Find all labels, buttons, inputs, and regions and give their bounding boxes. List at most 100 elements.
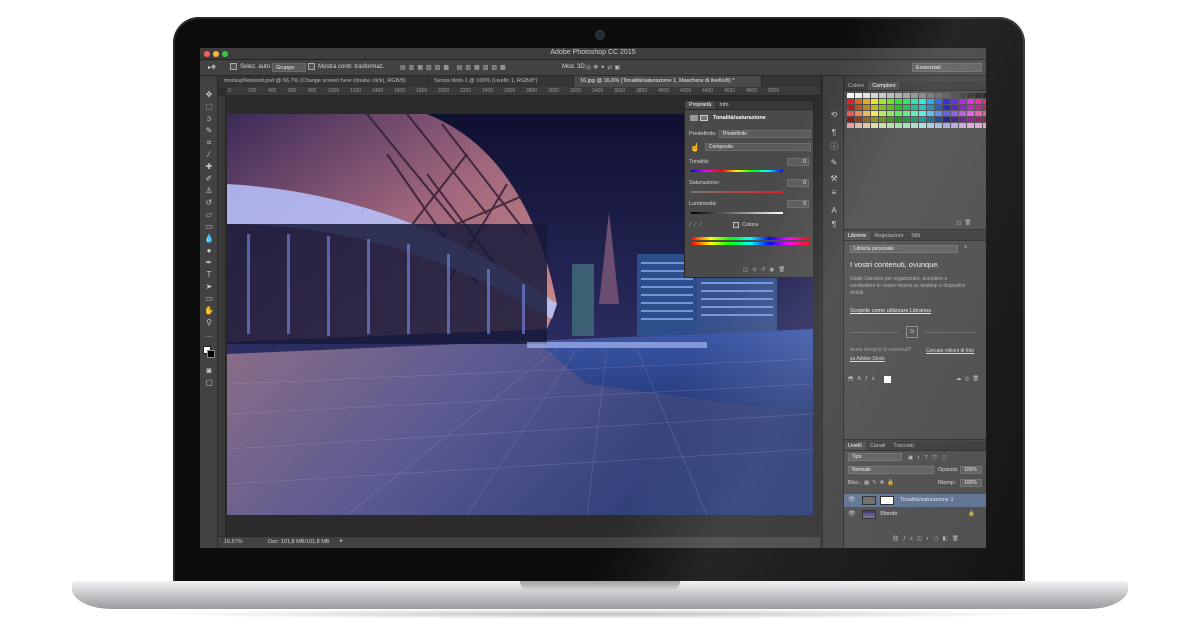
swatch[interactable]	[983, 99, 986, 104]
info-panel-icon[interactable]: ⓘ	[829, 142, 839, 152]
history-brush-icon[interactable]: ↺	[204, 198, 214, 208]
swatch[interactable]	[951, 117, 958, 122]
swatch[interactable]	[959, 111, 966, 116]
swatch[interactable]	[943, 117, 950, 122]
colorize-checkbox[interactable]	[733, 222, 739, 228]
layer-filter-dropdown[interactable]: Tipo	[848, 453, 902, 461]
swatch[interactable]	[943, 111, 950, 116]
swatch[interactable]	[855, 123, 862, 128]
swatch[interactable]	[983, 123, 986, 128]
swatch[interactable]	[855, 93, 862, 98]
swatch[interactable]	[975, 99, 982, 104]
swatch[interactable]	[911, 99, 918, 104]
swatch[interactable]	[935, 123, 942, 128]
swatch[interactable]	[847, 123, 854, 128]
mask-icon[interactable]	[700, 115, 708, 121]
swatch[interactable]	[879, 117, 886, 122]
auto-select-dropdown[interactable]: Gruppo	[272, 63, 306, 72]
move-tool-icon[interactable]: ✥	[204, 90, 214, 100]
swatch[interactable]	[879, 105, 886, 110]
dodge-tool-icon[interactable]: ●	[204, 246, 214, 256]
swatch[interactable]	[911, 105, 918, 110]
swatch[interactable]	[967, 93, 974, 98]
swatch[interactable]	[919, 105, 926, 110]
swatch[interactable]	[903, 99, 910, 104]
zoom-tool-icon[interactable]: ⚲	[204, 318, 214, 328]
eyedropper-icon[interactable]: ⁄	[204, 150, 214, 160]
saturation-value[interactable]: 0	[787, 179, 809, 187]
tab-swatches[interactable]: Campioni	[868, 82, 900, 90]
layer-filter-icons[interactable]: ▣◐TⓉ▢	[908, 453, 951, 461]
swatch[interactable]	[895, 105, 902, 110]
stock-search-link[interactable]: Cercate milioni di foto su Adobe Stock	[850, 347, 976, 363]
eraser-icon[interactable]: ▱	[204, 210, 214, 220]
tab-properties[interactable]: Proprietà	[685, 101, 716, 109]
auto-select-checkbox[interactable]	[230, 63, 237, 70]
type-tool-icon[interactable]: T	[204, 270, 214, 280]
swatch[interactable]	[895, 99, 902, 104]
tab-adjustments[interactable]: Regolazioni	[870, 232, 907, 240]
swatch[interactable]	[847, 111, 854, 116]
marquee-tool-icon[interactable]: ⬚	[204, 102, 214, 112]
swatch[interactable]	[935, 99, 942, 104]
swatch[interactable]	[863, 99, 870, 104]
screen-mode-icon[interactable]: ▢	[204, 378, 214, 388]
swatch[interactable]	[959, 93, 966, 98]
swatch[interactable]	[951, 99, 958, 104]
visibility-icon[interactable]: 👁	[848, 494, 856, 507]
quick-select-icon[interactable]: ✎	[204, 126, 214, 136]
swatch[interactable]	[927, 123, 934, 128]
swatch[interactable]	[967, 105, 974, 110]
saturation-slider[interactable]	[691, 191, 783, 193]
swatch[interactable]	[847, 99, 854, 104]
library-footer-icons[interactable]: ☁◎🗑	[956, 376, 982, 382]
swatch[interactable]	[887, 117, 894, 122]
swatch[interactable]	[903, 111, 910, 116]
swatch[interactable]	[975, 105, 982, 110]
swatch[interactable]	[863, 105, 870, 110]
swatch[interactable]	[879, 123, 886, 128]
swatch[interactable]	[879, 111, 886, 116]
swatch[interactable]	[887, 105, 894, 110]
zoom-level[interactable]: 16,57%	[224, 539, 243, 545]
swatch[interactable]	[927, 111, 934, 116]
swatch[interactable]	[975, 93, 982, 98]
swatch[interactable]	[935, 105, 942, 110]
swatch[interactable]	[967, 123, 974, 128]
clone-stamp-icon[interactable]: ♙	[204, 186, 214, 196]
swatch[interactable]	[887, 93, 894, 98]
more-tools-icon[interactable]: …	[204, 330, 214, 340]
tab-layers[interactable]: Livelli	[844, 442, 866, 450]
swatch[interactable]	[903, 123, 910, 128]
swatch[interactable]	[903, 93, 910, 98]
swatch[interactable]	[975, 117, 982, 122]
hue-value[interactable]: 0	[787, 158, 809, 166]
workspace-dropdown[interactable]: Essenziali	[912, 63, 982, 72]
libraries-help-link[interactable]: Scoprite come utilizzare Libraries	[850, 308, 931, 314]
swatch[interactable]	[911, 117, 918, 122]
swatch[interactable]	[863, 117, 870, 122]
swatch[interactable]	[871, 111, 878, 116]
swatch[interactable]	[911, 93, 918, 98]
swatch[interactable]	[847, 105, 854, 110]
tab-mockup[interactable]: mockupNetword.psd @ 66,7% (Change screen…	[218, 76, 428, 87]
shape-tool-icon[interactable]: ▭	[204, 294, 214, 304]
tool-presets-icon[interactable]: ⚒	[829, 174, 839, 184]
swatch[interactable]	[959, 117, 966, 122]
swatch[interactable]	[943, 123, 950, 128]
swatch[interactable]	[967, 117, 974, 122]
hand-tool-icon[interactable]: ✋	[204, 306, 214, 316]
swatch[interactable]	[935, 117, 942, 122]
eyedropper-icons[interactable]: ⁄⁄⁄	[690, 222, 705, 228]
swatch[interactable]	[903, 105, 910, 110]
swatch[interactable]	[903, 117, 910, 122]
preset-dropdown[interactable]: Predefinito	[719, 130, 811, 138]
swatch[interactable]	[951, 111, 958, 116]
swatch[interactable]	[863, 93, 870, 98]
swatch[interactable]	[983, 117, 986, 122]
swatch[interactable]	[895, 123, 902, 128]
swatch[interactable]	[911, 111, 918, 116]
swatch[interactable]	[927, 117, 934, 122]
blend-mode-dropdown[interactable]: Normale	[848, 466, 934, 474]
library-menu-icon[interactable]: ≡	[964, 244, 967, 250]
